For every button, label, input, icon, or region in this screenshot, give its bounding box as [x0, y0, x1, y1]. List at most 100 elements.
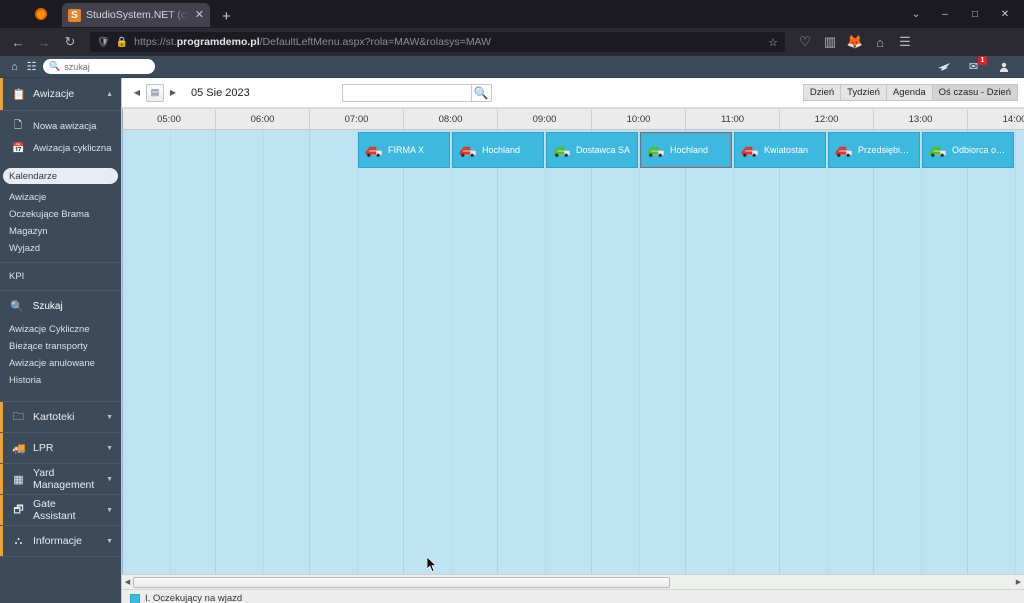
calendar-event[interactable]: Hochland: [640, 132, 732, 168]
tab-close-icon[interactable]: ✕: [195, 9, 204, 21]
sidebar-group-yard-management[interactable]: ▦ Yard Management ▼: [0, 464, 121, 494]
divider: [0, 556, 121, 557]
lock-icon: 🔒: [115, 36, 129, 48]
global-search[interactable]: 🔍: [43, 59, 155, 74]
calendar-grid[interactable]: FIRMA X Hochland Dostawca SA Hochland Kwiato…: [122, 130, 1024, 574]
url-bar[interactable]: 🛡 🔒 https://st.programdemo.pl/DefaultLef…: [90, 32, 785, 52]
maximize-button[interactable]: □: [960, 1, 990, 27]
calendar-event[interactable]: Kwiatostan: [734, 132, 826, 168]
plane-icon[interactable]: [935, 58, 952, 76]
sidebar-item-historia[interactable]: Historia: [0, 372, 121, 389]
gate-icon: 🗗: [13, 503, 24, 516]
app-header-actions: ✉ 1: [935, 55, 1018, 76]
events-layer: FIRMA X Hochland Dostawca SA Hochland Kwiato…: [122, 130, 1024, 170]
horizontal-scrollbar[interactable]: ◀ ▶: [122, 574, 1024, 589]
scroll-right-arrow-icon[interactable]: ▶: [1013, 576, 1024, 589]
sidebar-item-nowa-awizacja[interactable]: 🗋 Nowa awizacja: [0, 115, 121, 137]
time-axis-header: 05:00 06:00 07:00 08:00 09:00 10:00 11:0…: [122, 108, 1024, 130]
sidebar-group-informacje[interactable]: ⛬ Informacje ▼: [0, 526, 121, 556]
sidebar-item-label: Oczekujące Brama: [9, 209, 90, 220]
browser-tab[interactable]: S StudioSystem.NET (c) Software ✕: [62, 3, 210, 27]
grid-column: [874, 130, 968, 574]
app-body: 📋 Awizacje ▲ 🗋 Nowa awizacja 📅 Awizacja …: [0, 78, 1024, 603]
sidebar-item-oczekujace-brama[interactable]: Oczekujące Brama: [0, 206, 121, 223]
library-icon[interactable]: ▥: [818, 30, 842, 54]
calendar-event-label: Odbiorca odp...: [952, 145, 1008, 155]
menu-hamburger-icon[interactable]: ☰: [893, 30, 917, 54]
bookmark-star-icon[interactable]: ☆: [768, 36, 778, 49]
sidebar-item-magazyn[interactable]: Magazyn: [0, 223, 121, 240]
calendar-search: 🔍: [341, 83, 492, 102]
sidebar-item-kpi[interactable]: KPI: [0, 268, 121, 285]
calendar-event[interactable]: Odbiorca odp...: [922, 132, 1014, 168]
pocket-icon[interactable]: ♡: [793, 30, 817, 54]
browser-navbar: ← → ↻ 🛡 🔒 https://st.programdemo.pl/Defa…: [0, 28, 1024, 56]
tab-title: StudioSystem.NET (c) Software: [86, 9, 190, 21]
today-button[interactable]: ▤: [146, 83, 164, 102]
sidebar-group-label: Kartoteki: [33, 411, 75, 423]
sidebar-item-wyjazd[interactable]: Wyjazd: [0, 240, 121, 257]
sitemap-icon: ⛬: [14, 534, 23, 547]
chevron-down-icon[interactable]: ▼: [106, 507, 113, 514]
sidebar-item-awizacje-cykliczne[interactable]: Awizacje Cykliczne: [0, 321, 121, 338]
sidebar-item-awizacje[interactable]: Awizacje: [0, 189, 121, 206]
menu-list-icon[interactable]: ☷: [23, 58, 40, 76]
reload-icon[interactable]: ↻: [58, 30, 82, 54]
messages-button[interactable]: ✉ 1: [965, 55, 987, 76]
sidebar-group-lpr[interactable]: 🚚 LPR ▼: [0, 433, 121, 463]
sidebar-item-biezace-transporty[interactable]: Bieżące transporty: [0, 338, 121, 355]
view-button-os-czasu-dzien[interactable]: Oś czasu - Dzień: [931, 84, 1018, 101]
sidebar-group-awizacje[interactable]: 📋 Awizacje ▲: [0, 78, 121, 110]
scrollbar-track[interactable]: [133, 576, 1013, 589]
sidebar-item-label: Awizacje anulowane: [9, 358, 95, 369]
sidebar-group-gate-assistant[interactable]: 🗗 Gate Assistant ▼: [0, 495, 121, 525]
scroll-left-arrow-icon[interactable]: ◀: [122, 576, 133, 589]
user-account-icon[interactable]: [995, 58, 1012, 76]
sidebar-item-label: Szukaj: [32, 300, 63, 312]
sidebar-item-szukaj[interactable]: 🔍 Szukaj: [0, 296, 121, 316]
time-slot-label: 09:00: [498, 109, 592, 129]
sidebar-item-awizacja-cykliczna[interactable]: 📅 Awizacja cykliczna: [0, 137, 121, 159]
view-button-tydzien[interactable]: Tydzień: [840, 84, 886, 101]
view-button-agenda[interactable]: Agenda: [885, 84, 932, 101]
sidebar-item-kalendarze[interactable]: Kalendarze: [3, 168, 118, 184]
forward-icon[interactable]: →: [32, 30, 56, 54]
sidebar-item-label: Awizacje Cykliczne: [9, 324, 90, 335]
grid-column: [686, 130, 780, 574]
calendar-search-button[interactable]: 🔍: [471, 83, 492, 102]
calendar-event[interactable]: Dostawca SA: [546, 132, 638, 168]
prev-day-button[interactable]: ◀: [130, 83, 144, 103]
calendar-search-input[interactable]: [341, 83, 472, 102]
folder-icon: 🗀: [13, 410, 24, 423]
legend-label: I. Oczekujący na wjazd: [145, 593, 243, 603]
calendar-event[interactable]: Hochland: [452, 132, 544, 168]
chevron-down-icon[interactable]: ▼: [106, 538, 113, 545]
calendar-event-label: Hochland: [670, 145, 709, 155]
calendar-event[interactable]: Przedsiębiuors...: [828, 132, 920, 168]
chevron-down-icon[interactable]: ▼: [106, 476, 113, 483]
chevron-down-icon[interactable]: ▼: [106, 414, 113, 421]
scrollbar-thumb[interactable]: [133, 576, 670, 588]
home-icon[interactable]: ⌂: [6, 58, 23, 76]
calendar-legend: I. Oczekujący na wjazd: [122, 589, 1024, 603]
search-input[interactable]: [64, 61, 149, 72]
close-window-button[interactable]: ✕: [990, 1, 1020, 27]
view-button-dzien[interactable]: Dzień: [802, 84, 841, 101]
time-slot-label: 11:00: [686, 109, 780, 129]
chevron-up-icon[interactable]: ▲: [106, 91, 113, 98]
sidebar-group-kartoteki[interactable]: 🗀 Kartoteki ▼: [0, 402, 121, 432]
sidebar-item-label: Magazyn: [9, 226, 48, 237]
calendar-event[interactable]: FIRMA X: [358, 132, 450, 168]
back-icon[interactable]: ←: [6, 30, 30, 54]
sidebar-item-awizacje-anulowane[interactable]: Awizacje anulowane: [0, 355, 121, 372]
minimize-button[interactable]: –: [930, 1, 960, 27]
new-tab-button[interactable]: +: [222, 9, 231, 24]
list-all-tabs-icon[interactable]: ⌄: [902, 1, 930, 27]
search-icon: 🔍: [10, 300, 24, 313]
chevron-down-icon[interactable]: ▼: [106, 445, 113, 452]
extensions-icon[interactable]: ⌂: [868, 30, 892, 54]
next-day-button[interactable]: ▶: [166, 83, 180, 103]
divider: [0, 290, 121, 291]
account-avatar-icon[interactable]: 🦊: [843, 30, 867, 54]
tab-favicon-icon: S: [68, 8, 81, 22]
